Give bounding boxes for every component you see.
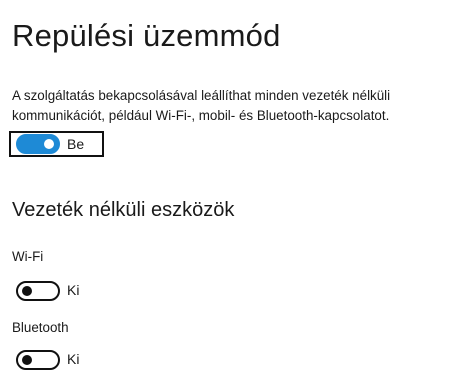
toggle-knob [44, 139, 54, 149]
airplane-mode-description: A szolgáltatás bekapcsolásával leállítha… [12, 86, 462, 126]
airplane-mode-state-label: Be [67, 136, 85, 152]
bluetooth-state-label: Ki [67, 351, 80, 367]
toggle-knob [22, 286, 32, 296]
description-line-1: A szolgáltatás bekapcsolásával leállítha… [12, 88, 391, 103]
airplane-mode-toggle[interactable] [16, 134, 60, 154]
page-title: Repülési üzemmód [12, 18, 281, 53]
wifi-label: Wi-Fi [12, 249, 44, 264]
wifi-state-label: Ki [67, 282, 80, 298]
wifi-toggle[interactable] [16, 281, 60, 301]
toggle-knob [22, 355, 32, 365]
description-line-2: kommunikációt, például Wi-Fi-, mobil- és… [12, 108, 390, 123]
bluetooth-label: Bluetooth [12, 320, 69, 335]
bluetooth-toggle[interactable] [16, 350, 60, 370]
wireless-devices-heading: Vezeték nélküli eszközök [12, 199, 235, 221]
